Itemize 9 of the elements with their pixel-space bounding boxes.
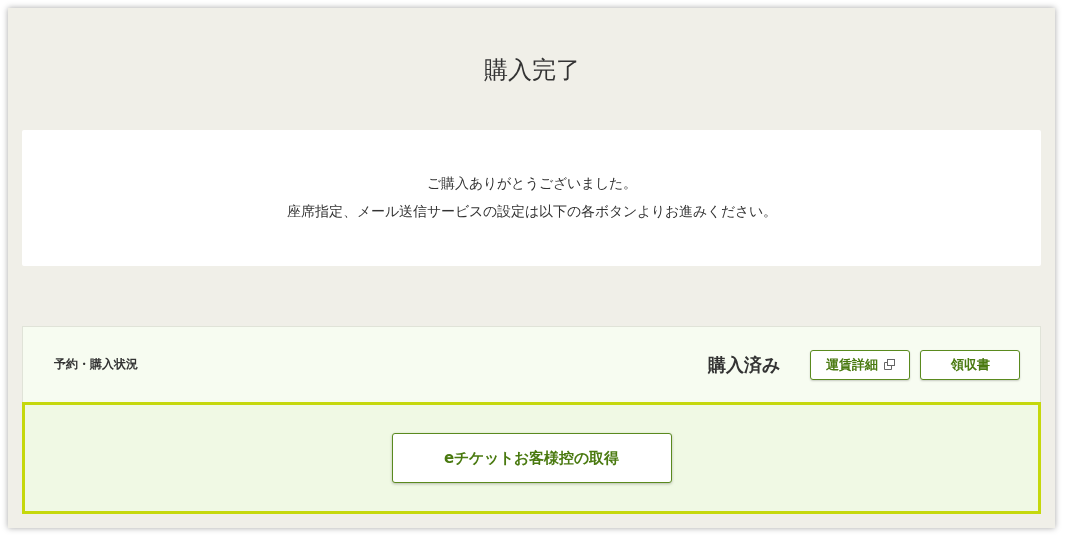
message-text: 座席指定、メール送信サービスの設定は以下の各ボタンよりお進みください。 bbox=[286, 203, 777, 221]
eticket-button[interactable]: eチケットお客様控の取得 bbox=[391, 433, 672, 483]
status-button[interactable]: 領収書 bbox=[920, 349, 1020, 380]
status-value: 購入済み bbox=[708, 352, 780, 377]
page-title: 購入完了 bbox=[482, 55, 581, 86]
external-link-icon bbox=[883, 359, 895, 370]
status-button[interactable]: 運賃詳細 bbox=[810, 349, 910, 380]
status-label: 予約・購入状況 bbox=[54, 356, 139, 373]
message-text: ご購入ありがとうございました。 bbox=[426, 175, 637, 193]
